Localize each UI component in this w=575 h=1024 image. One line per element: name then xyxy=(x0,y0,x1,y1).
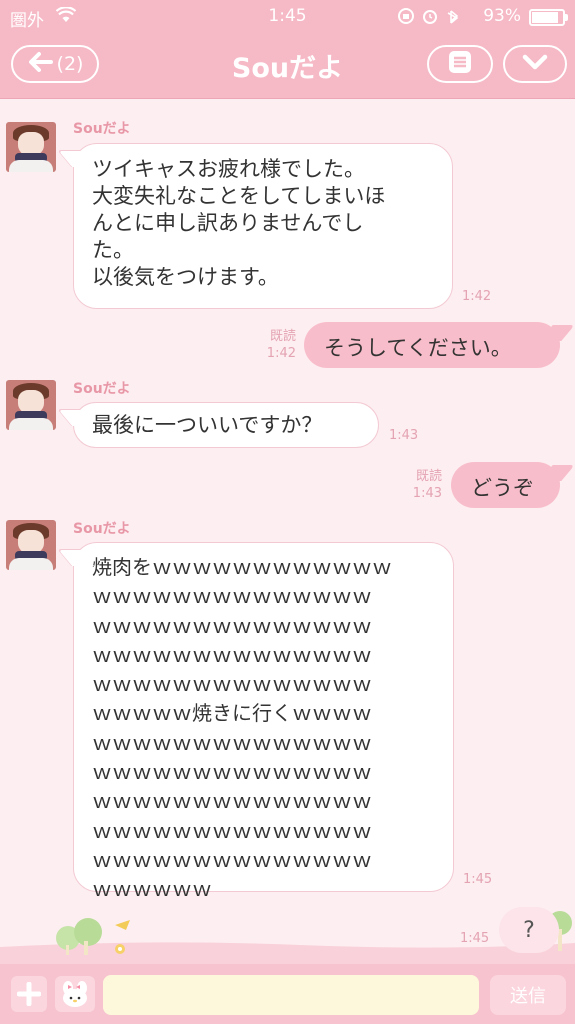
message-time: 1:42 xyxy=(462,289,492,304)
avatar[interactable] xyxy=(6,380,56,430)
read-receipt: 既読 1:42 xyxy=(266,329,296,361)
menu-button[interactable] xyxy=(427,45,493,83)
outgoing-message[interactable]: そうしてください。 xyxy=(304,322,560,368)
battery-percent: 93% xyxy=(483,6,521,26)
incoming-message[interactable]: 焼肉をｗｗｗｗｗｗｗｗｗｗｗｗ ｗｗｗｗｗｗｗｗｗｗｗｗｗｗ ｗｗｗｗｗｗｗｗｗ… xyxy=(73,542,454,901)
sticker-button[interactable] xyxy=(55,976,95,1012)
read-receipt: 既読 1:43 xyxy=(412,469,442,501)
bird-icon xyxy=(115,920,130,930)
chevron-down-icon xyxy=(522,53,548,75)
message-time: 1:45 xyxy=(463,872,493,887)
message-time: 1:43 xyxy=(389,428,419,443)
status-icons xyxy=(397,7,467,30)
message-list[interactable]: Souだよ ツイキャスお疲れ様でした。 大変失礼なことをしてしまいほ んとに申し… xyxy=(0,98,575,960)
avatar[interactable] xyxy=(6,520,56,570)
bluetooth-icon xyxy=(447,10,459,24)
outgoing-message[interactable]: ? xyxy=(499,907,559,953)
incoming-message[interactable]: 最後に一ついいですか？ xyxy=(73,402,379,448)
add-button[interactable] xyxy=(11,976,47,1012)
menu-icon xyxy=(448,50,472,78)
sticker-icon xyxy=(63,981,87,1007)
alarm-icon xyxy=(423,10,437,24)
battery-icon xyxy=(529,9,568,26)
plus-icon xyxy=(17,982,41,1006)
message-input[interactable] xyxy=(103,975,479,1015)
collapse-button[interactable] xyxy=(503,45,567,83)
input-bar: 送信 xyxy=(0,964,575,1024)
status-bar: 圏外 1:45 93% xyxy=(0,0,575,32)
chat-header: (2) Souだよ xyxy=(0,32,575,99)
send-button[interactable]: 送信 xyxy=(490,975,566,1015)
outgoing-message[interactable]: どうぞ xyxy=(451,462,560,508)
sender-name: Souだよ xyxy=(73,121,131,137)
decoration-strip xyxy=(0,911,575,965)
rotation-lock-icon xyxy=(398,8,414,24)
sender-name: Souだよ xyxy=(73,381,131,397)
avatar[interactable] xyxy=(6,122,56,172)
incoming-message[interactable]: ツイキャスお疲れ様でした。 大変失礼なことをしてしまいほ んとに申し訳ありません… xyxy=(73,143,453,309)
sender-name: Souだよ xyxy=(73,521,131,537)
flower-icon xyxy=(115,944,125,954)
